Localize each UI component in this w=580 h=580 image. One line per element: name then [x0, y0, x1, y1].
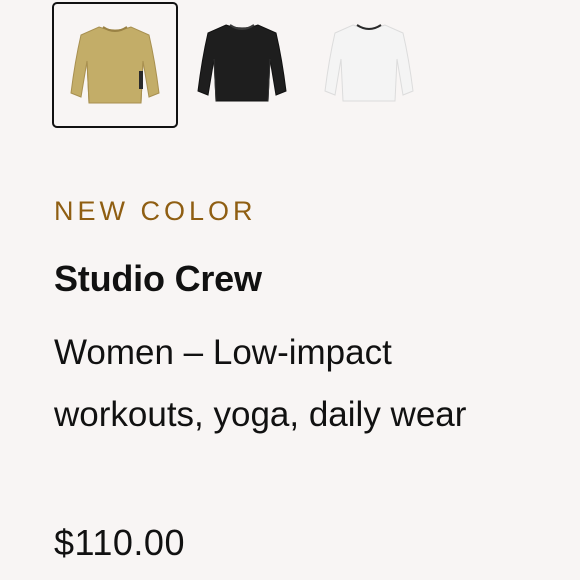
product-price: $110.00 [54, 522, 185, 563]
white-sweater-image [324, 24, 414, 102]
swatch-olive[interactable] [52, 2, 178, 128]
color-swatch-list [52, 0, 433, 128]
swatch-white[interactable] [306, 0, 432, 126]
black-sweater-image [197, 24, 287, 102]
olive-sweater-image [70, 26, 160, 104]
swatch-black[interactable] [179, 0, 305, 126]
new-color-badge: NEW COLOR [54, 196, 257, 226]
product-title[interactable]: Studio Crew [54, 258, 262, 300]
product-description: Women – Low-impact workouts, yoga, daily… [54, 333, 467, 434]
